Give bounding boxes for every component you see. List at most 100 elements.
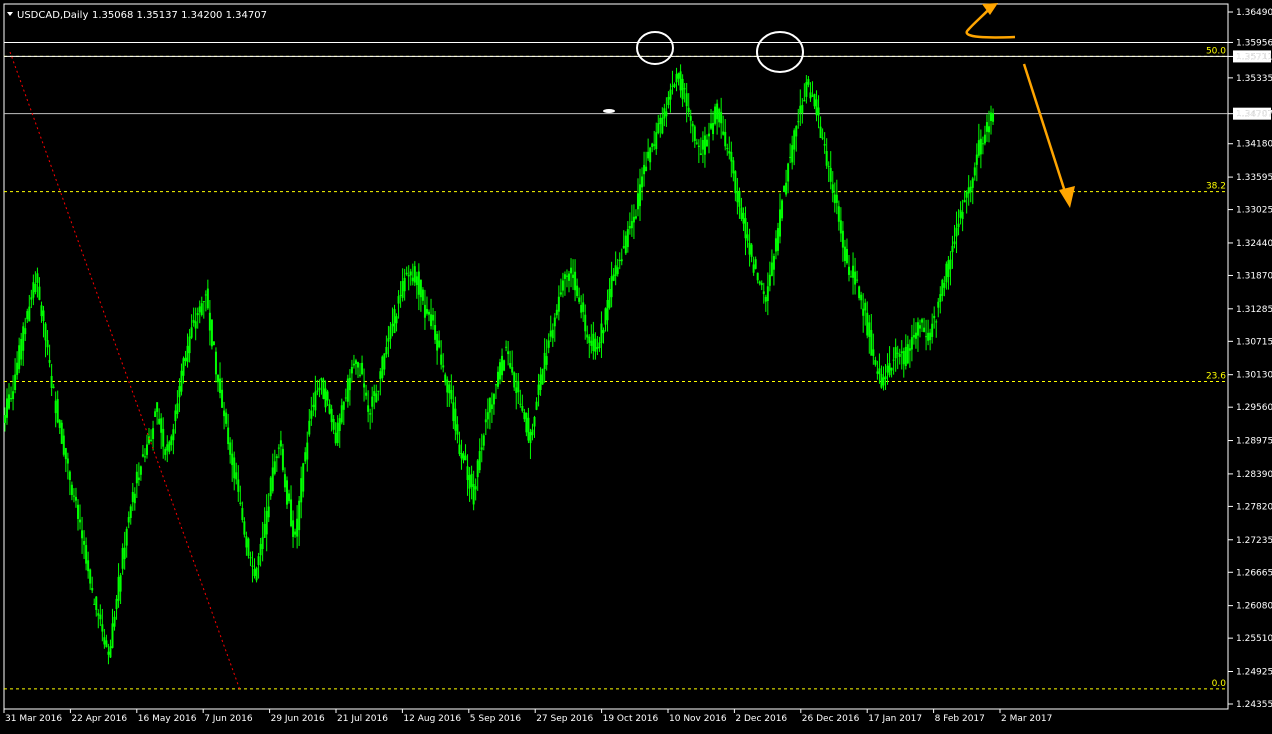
candle-body [860,294,863,301]
candle-body [921,319,924,323]
candle-body [985,122,988,132]
candle-body [689,116,692,121]
candle-body [959,210,962,218]
candle-body [318,387,321,391]
candle-body [983,134,986,144]
candle-body [320,378,323,381]
candle-body [377,390,380,392]
candle-body [742,212,745,224]
price-chart[interactable]: USDCAD,Daily 1.35068 1.35137 1.34200 1.3… [0,0,1272,730]
candle-body [54,400,57,414]
candle-body [852,265,855,278]
candle-body [56,399,59,423]
candle-body [815,99,818,116]
candle-body [166,444,169,451]
candle-body [79,519,82,523]
candle-body [462,453,465,461]
candle-body [458,444,461,454]
x-tick-label: 19 Oct 2016 [603,714,659,724]
candle-body [819,126,822,138]
candle-body [685,93,688,107]
candle-body [168,441,171,452]
candle-body [957,223,960,228]
candle-body [227,427,230,445]
candle-body [527,417,530,441]
candle-body [324,388,327,408]
candle-body [361,362,364,375]
x-tick-label: 17 Jan 2017 [868,714,922,724]
candle-body [62,435,65,455]
candle-body [752,264,755,273]
candle-body [336,422,339,444]
candle-body [687,107,690,112]
candle-body [68,471,71,481]
candle-body [190,327,193,338]
candle-body [641,176,644,188]
candle-body [143,456,146,458]
candle-body [365,392,368,396]
candle-body [219,378,222,394]
x-tick-label: 8 Feb 2017 [935,714,985,724]
candle-body [509,363,512,368]
candle-body [931,323,934,337]
candle-body [531,429,534,436]
candle-body [517,380,520,393]
candle-body [26,311,29,320]
candle-body [464,455,467,461]
candle-body [472,483,475,505]
candle-body [645,166,648,172]
candle-body [825,151,828,166]
candle-body [81,530,84,539]
y-tick-label: 1.28390 [1236,470,1272,480]
candle-body [395,316,398,324]
candle-body [797,121,800,123]
candle-body [655,132,658,150]
candle-body [588,336,591,344]
candle-body [182,358,185,376]
candle-body [501,355,504,376]
candle-body [720,111,723,124]
fib-label: 0.0 [1212,679,1227,689]
candle-body [87,560,90,572]
candle-body [744,218,747,239]
x-tick-label: 16 May 2016 [138,714,197,724]
candle-body [499,362,502,380]
candle-body [598,342,601,348]
candle-body [724,131,727,147]
candle-body [935,321,938,323]
chart-window[interactable]: USDCAD,Daily 1.35068 1.35137 1.34200 1.3… [0,0,1272,730]
candle-body [332,418,335,430]
candle-body [28,306,31,322]
candle-body [975,154,978,165]
candle-body [639,184,642,207]
candle-body [503,360,506,371]
candle-body [898,353,901,357]
candle-body [176,403,179,415]
candle-body [738,191,741,207]
candle-body [468,475,471,489]
candle-body [174,410,177,422]
candle-body [373,391,376,397]
candle-body [539,374,542,390]
time-axis[interactable]: 31 Mar 2016 22 Apr 2016 16 May 2016 7 Jun 2… [3,709,1052,724]
candle-body [955,227,958,237]
candle-body [736,191,739,203]
candle-body [375,393,378,403]
candle-body [785,182,788,195]
candle-body [634,216,637,219]
candle-body [334,432,337,444]
candle-body [393,309,396,334]
candle-body [308,420,311,435]
candle-body [290,499,293,527]
candle-body [923,327,926,332]
candle-body [235,472,238,480]
candle-body [722,131,725,135]
candle-body [827,166,830,168]
candle-body [105,640,108,648]
candle-body [36,273,39,283]
candle-body [97,613,100,616]
candle-body [292,520,295,537]
candle-body [30,297,33,300]
candle-body [436,333,439,351]
candle-body [845,248,848,264]
